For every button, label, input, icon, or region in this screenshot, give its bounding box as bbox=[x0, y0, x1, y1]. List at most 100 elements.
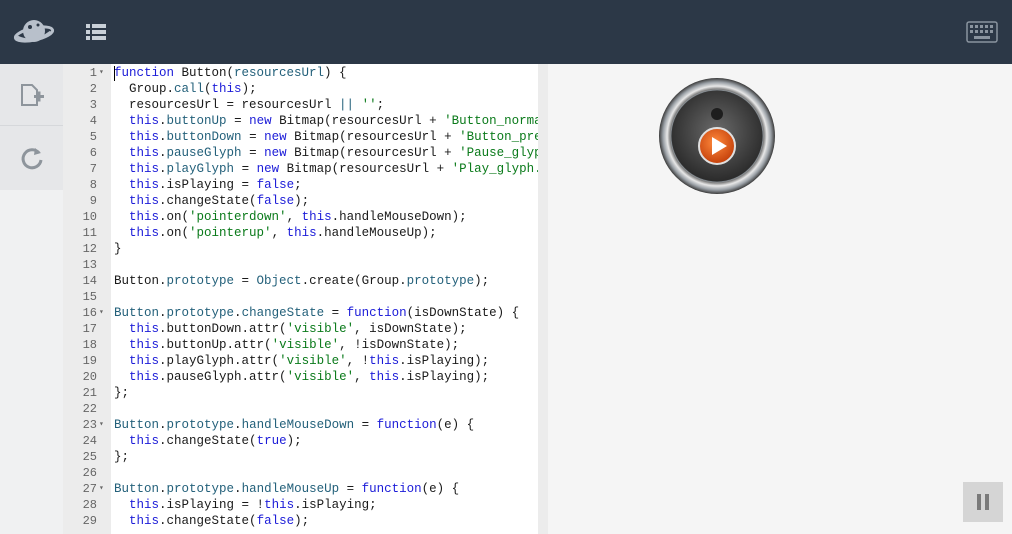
fold-arrow-icon[interactable]: ▾ bbox=[99, 305, 104, 321]
code-token: new bbox=[264, 130, 287, 144]
code-token: ); bbox=[474, 274, 490, 288]
code-token: . bbox=[159, 418, 167, 432]
code-token: 'pointerdown' bbox=[189, 210, 287, 224]
line-number: 9 bbox=[89, 194, 97, 208]
code-token: this bbox=[129, 210, 160, 224]
code-token: 'Play_glyph.png' bbox=[451, 162, 538, 176]
code-line: 6 this.pauseGlyph = new Bitmap(resources… bbox=[63, 145, 538, 161]
code-token: .handleMouseUp); bbox=[316, 226, 437, 240]
code-token: new bbox=[264, 146, 287, 160]
code-token: .create(Group. bbox=[301, 274, 407, 288]
line-number: 21 bbox=[82, 386, 97, 400]
fold-arrow-icon[interactable]: ▾ bbox=[99, 65, 104, 81]
code-token: this bbox=[129, 338, 160, 352]
new-file-button[interactable] bbox=[0, 64, 63, 126]
code-token: , !isDownState); bbox=[339, 338, 460, 352]
code-token: buttonUp bbox=[166, 114, 227, 128]
code-token: function bbox=[346, 306, 407, 320]
code-token: function bbox=[114, 66, 175, 80]
line-number: 14 bbox=[82, 274, 97, 288]
code-line: 27 ▾ Button.prototype.handleMouseUp = func… bbox=[63, 481, 538, 497]
code-token: , bbox=[286, 210, 302, 224]
code-line: 9 this.changeState(false); bbox=[63, 193, 538, 209]
keyboard-button[interactable] bbox=[960, 0, 1004, 64]
reload-button[interactable] bbox=[0, 126, 63, 190]
editor-scrollbar[interactable] bbox=[538, 64, 548, 534]
fold-arrow-icon[interactable]: ▾ bbox=[99, 417, 104, 433]
play-button[interactable] bbox=[657, 74, 777, 194]
code-editor[interactable]: 1 ▾ function Button(resourcesUrl) {2 Group… bbox=[63, 64, 548, 534]
line-number: 25 bbox=[82, 450, 97, 464]
pause-button[interactable] bbox=[963, 482, 1003, 522]
code-line: 5 this.buttonDown = new Bitmap(resources… bbox=[63, 129, 538, 145]
menu-button[interactable] bbox=[74, 0, 118, 64]
code-token: resourcesUrl bbox=[234, 66, 325, 80]
code-token: 'pointerup' bbox=[189, 226, 272, 240]
code-line: 8 this.isPlaying = false; bbox=[63, 177, 538, 193]
code-line: 3 resourcesUrl = resourcesUrl || ''; bbox=[63, 97, 538, 113]
line-number: 7 bbox=[89, 162, 97, 176]
code-token: Button bbox=[114, 482, 160, 496]
code-token: . bbox=[234, 306, 242, 320]
code-token: ) { bbox=[324, 66, 347, 80]
code-token: buttonDown bbox=[166, 130, 242, 144]
line-number: 20 bbox=[82, 370, 97, 384]
code-text: Group.call(this); bbox=[114, 81, 538, 97]
code-line: 24 this.changeState(true); bbox=[63, 433, 538, 449]
logo-button[interactable] bbox=[6, 0, 62, 64]
code-token: Button. bbox=[114, 274, 167, 288]
code-token: = bbox=[241, 130, 265, 144]
code-token: . bbox=[159, 482, 167, 496]
code-token: . bbox=[159, 162, 167, 176]
code-token: 'Button_normal.pr bbox=[444, 114, 538, 128]
code-token: prototype bbox=[166, 306, 235, 320]
code-text: this.isPlaying = !this.isPlaying; bbox=[114, 497, 538, 513]
code-token: . bbox=[234, 482, 242, 496]
code-token: this bbox=[129, 194, 160, 208]
code-token: = bbox=[324, 306, 347, 320]
code-token: resourcesUrl = resourcesUrl bbox=[114, 98, 340, 112]
code-text: Button.prototype.handleMouseUp = functio… bbox=[114, 481, 538, 497]
code-token: 'visible' bbox=[286, 370, 355, 384]
code-token: ); bbox=[294, 514, 310, 528]
code-line: 13 bbox=[63, 257, 538, 273]
code-token: function bbox=[376, 418, 437, 432]
code-text: this.pauseGlyph = new Bitmap(resourcesUr… bbox=[114, 145, 538, 161]
code-line: 22 bbox=[63, 401, 538, 417]
code-token: 'Pause_glyph.pr bbox=[459, 146, 538, 160]
line-number: 2 bbox=[89, 82, 97, 96]
code-text: this.changeState(false); bbox=[114, 513, 538, 529]
line-number: 26 bbox=[82, 466, 97, 480]
fold-arrow-icon[interactable]: ▾ bbox=[99, 481, 104, 497]
line-number: 15 bbox=[82, 290, 97, 304]
line-number: 6 bbox=[89, 146, 97, 160]
code-lines: 1 ▾ function Button(resourcesUrl) {2 Group… bbox=[63, 65, 538, 529]
code-token: prototype bbox=[166, 274, 235, 288]
code-token: 'visible' bbox=[279, 354, 347, 368]
code-line: 26 bbox=[63, 465, 538, 481]
code-line: 4 this.buttonUp = new Bitmap(resourcesUr… bbox=[63, 113, 538, 129]
code-token: . bbox=[159, 130, 167, 144]
code-token: .isPlaying = bbox=[159, 178, 257, 192]
code-token: 'visible' bbox=[286, 322, 355, 336]
list-icon bbox=[86, 24, 106, 40]
planet-icon bbox=[13, 20, 55, 43]
code-token: ); bbox=[286, 434, 302, 448]
line-number: 28 bbox=[82, 498, 97, 512]
code-text: resourcesUrl = resourcesUrl || ''; bbox=[114, 97, 538, 113]
code-line: 17 this.buttonDown.attr('visible', isDow… bbox=[63, 321, 538, 337]
code-token: function bbox=[361, 482, 422, 496]
code-line: 19 this.playGlyph.attr('visible', !this.… bbox=[63, 353, 538, 369]
code-token: || bbox=[339, 98, 355, 112]
code-text: this.buttonUp.attr('visible', !isDownSta… bbox=[114, 337, 538, 353]
code-token: '' bbox=[361, 98, 377, 112]
code-token: this bbox=[129, 498, 160, 512]
code-token: , bbox=[271, 226, 287, 240]
code-text: this.buttonUp = new Bitmap(resourcesUrl … bbox=[114, 113, 538, 129]
